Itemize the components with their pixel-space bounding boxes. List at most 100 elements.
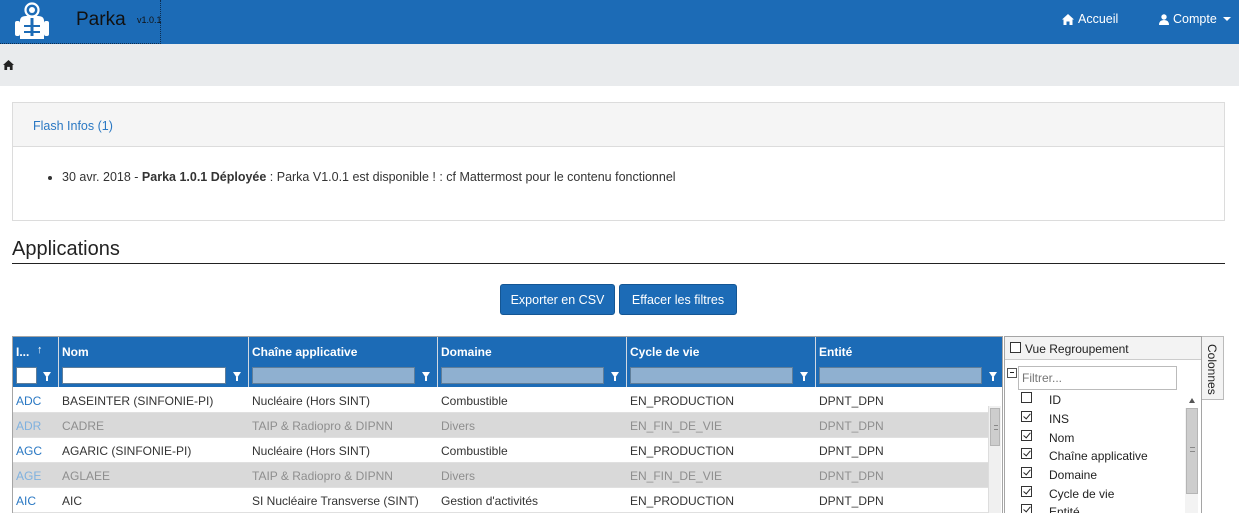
cell-nom: AGARIC (SINFONIE-PI) <box>62 444 192 458</box>
sort-ascending-icon[interactable]: ↑ <box>37 344 43 356</box>
home-icon[interactable] <box>3 60 14 70</box>
cell-chaine: TAIP & Radiopro & DIPNN <box>252 469 393 483</box>
column-header-domaine[interactable]: Domaine <box>438 337 627 387</box>
columns-scrollbar-thumb[interactable] <box>1186 408 1198 494</box>
cell-id[interactable]: AGE <box>16 469 41 483</box>
flash-infos-title[interactable]: Flash Infos (1) <box>33 119 113 133</box>
nav-compte-dropdown[interactable]: Compte <box>1159 12 1231 26</box>
cell-cycle: EN_FIN_DE_VIE <box>630 419 723 433</box>
group-view-checkbox[interactable] <box>1010 342 1021 353</box>
flash-infos-panel: Flash Infos (1) 30 avr. 2018 - Parka 1.0… <box>12 102 1225 221</box>
flash-item-date: 30 avr. 2018 - <box>62 170 142 184</box>
grip-icon <box>1190 447 1195 452</box>
table-row[interactable]: ADR CADRE TAIP & Radiopro & DIPNN Divers… <box>13 413 988 438</box>
column-toggle-checkbox[interactable] <box>1021 448 1032 459</box>
clear-filters-button[interactable]: Effacer les filtres <box>619 284 737 315</box>
filter-input-chaine[interactable] <box>252 367 415 384</box>
cell-entite: DPNT_DPN <box>819 444 884 458</box>
flash-infos-header[interactable]: Flash Infos (1) <box>13 103 1224 147</box>
column-toggle-label: Nom <box>1049 431 1075 445</box>
nav-accueil-link[interactable]: Accueil <box>1062 12 1118 26</box>
grid-scrollbar[interactable] <box>988 406 1001 513</box>
filter-input-id[interactable] <box>16 367 37 384</box>
cell-entite: DPNT_DPN <box>819 419 884 433</box>
scroll-up-icon[interactable] <box>1189 398 1195 403</box>
chevron-down-icon <box>1222 17 1231 21</box>
column-toggle-checkbox[interactable] <box>1021 392 1032 403</box>
cell-entite: DPNT_DPN <box>819 494 884 508</box>
column-toggle-checkbox[interactable] <box>1021 486 1032 497</box>
filter-icon[interactable] <box>611 372 619 381</box>
cell-domaine: Combustible <box>441 444 508 458</box>
filter-input-cycle[interactable] <box>630 367 793 384</box>
cell-chaine: Nucléaire (Hors SINT) <box>252 444 371 458</box>
filter-input-nom[interactable] <box>62 367 226 384</box>
cell-nom: CADRE <box>62 419 105 433</box>
column-header-entite[interactable]: Entité <box>816 337 1002 387</box>
cell-cycle: EN_FIN_DE_VIE <box>630 469 723 483</box>
column-title-chaine: Chaîne applicative <box>252 345 358 359</box>
cell-nom: BASEINTER (SINFONIE-PI) <box>62 394 214 408</box>
flash-item: 30 avr. 2018 - Parka 1.0.1 Déployée : Pa… <box>62 170 1224 184</box>
columns-filter-input[interactable] <box>1018 366 1177 390</box>
column-title-entite: Entité <box>819 345 853 359</box>
collapse-icon[interactable] <box>1007 368 1017 378</box>
cell-id[interactable]: ADR <box>16 419 41 433</box>
applications-grid: I... ↑ Nom Chaîne applicative Domaine Cy… <box>12 336 1003 513</box>
brand[interactable]: Parka v1.0.1 <box>0 0 162 44</box>
column-header-chaine[interactable]: Chaîne applicative <box>249 337 438 387</box>
cell-chaine: Nucléaire (Hors SINT) <box>252 394 371 408</box>
columns-tool-panel: Vue Regroupement ID INS Nom Chaîne appli… <box>1004 336 1202 513</box>
column-toggle-label: Cycle de vie <box>1049 487 1115 501</box>
cell-nom: AIC <box>62 494 83 508</box>
table-row[interactable]: ADC BASEINTER (SINFONIE-PI) Nucléaire (H… <box>13 388 988 413</box>
cell-entite: DPNT_DPN <box>819 394 884 408</box>
column-toggle-checkbox[interactable] <box>1021 467 1032 478</box>
brand-version: v1.0.1 <box>137 15 162 25</box>
table-row[interactable]: AGE AGLAEE TAIP & Radiopro & DIPNN Diver… <box>13 463 988 488</box>
cell-domaine: Divers <box>441 419 476 433</box>
filter-input-domaine[interactable] <box>441 367 604 384</box>
export-csv-button[interactable]: Exporter en CSV <box>500 284 615 315</box>
filter-icon[interactable] <box>800 372 808 381</box>
grid-scrollbar-thumb[interactable] <box>990 408 1000 446</box>
cell-id[interactable]: AGC <box>16 444 42 458</box>
cell-domaine: Gestion d'activités <box>441 494 539 508</box>
table-row[interactable]: AIC AIC SI Nucléaire Transverse (SINT) G… <box>13 488 988 513</box>
grip-icon <box>994 425 998 430</box>
filter-icon[interactable] <box>422 372 430 381</box>
column-toggle-checkbox[interactable] <box>1021 504 1032 513</box>
breadcrumb <box>0 44 1239 86</box>
flash-infos-body: 30 avr. 2018 - Parka 1.0.1 Déployée : Pa… <box>13 147 1224 184</box>
column-toggle-checkbox[interactable] <box>1021 411 1032 422</box>
column-header-id[interactable]: I... ↑ <box>13 337 59 387</box>
column-toggle-label: Domaine <box>1049 468 1098 482</box>
cell-id[interactable]: ADC <box>16 394 41 408</box>
cell-id[interactable]: AIC <box>16 494 36 508</box>
columns-side-tab[interactable]: Colonnes <box>1202 336 1224 400</box>
column-title-domaine: Domaine <box>441 345 492 359</box>
nav-accueil-label: Accueil <box>1078 12 1119 26</box>
columns-scrollbar[interactable] <box>1185 408 1198 513</box>
filter-icon[interactable] <box>43 372 51 381</box>
group-view-toggle[interactable]: Vue Regroupement <box>1005 337 1201 360</box>
column-toggle-checkbox[interactable] <box>1021 430 1032 441</box>
filter-icon[interactable] <box>233 372 241 381</box>
top-navbar: Parka v1.0.1 Accueil Compte <box>0 0 1239 44</box>
column-header-cycle[interactable]: Cycle de vie <box>627 337 816 387</box>
cell-domaine: Combustible <box>441 394 508 408</box>
column-header-nom[interactable]: Nom <box>59 337 249 387</box>
cell-chaine: SI Nucléaire Transverse (SINT) <box>252 494 419 508</box>
cell-nom: AGLAEE <box>62 469 111 483</box>
column-toggle-label: Entité <box>1049 505 1080 513</box>
page-title: Applications <box>12 238 1225 264</box>
user-icon <box>1159 13 1169 25</box>
filter-input-entite[interactable] <box>819 367 982 384</box>
group-view-label: Vue Regroupement <box>1025 342 1129 356</box>
column-toggle-label: ID <box>1049 393 1061 407</box>
filter-icon[interactable] <box>989 372 997 381</box>
home-icon <box>1062 13 1074 25</box>
table-row[interactable]: AGC AGARIC (SINFONIE-PI) Nucléaire (Hors… <box>13 438 988 463</box>
parka-logo-icon <box>15 2 49 39</box>
flash-item-text: : Parka V1.0.1 est disponible ! : cf Mat… <box>266 170 676 184</box>
